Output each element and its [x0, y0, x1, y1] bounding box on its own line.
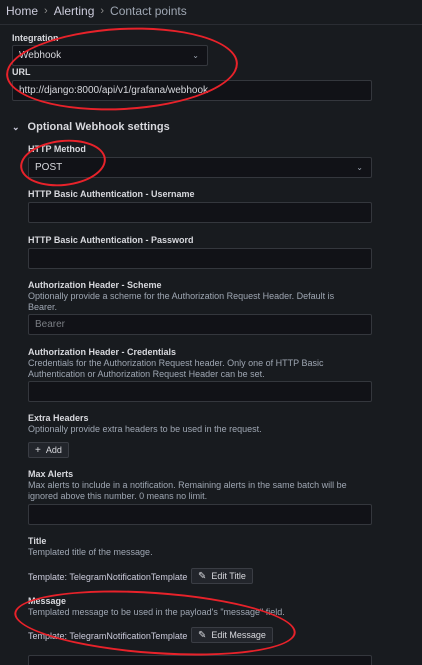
integration-value: Webhook [19, 50, 62, 61]
edit-icon: ✎ [198, 570, 207, 582]
title-template-text: Template: TelegramNotificationTemplate [28, 572, 188, 582]
http-method-select[interactable]: POST ⌄ [28, 157, 372, 178]
max-alerts-label: Max Alerts [28, 469, 74, 479]
integration-select[interactable]: Webhook ⌄ [12, 45, 208, 66]
next-field-input[interactable] [28, 655, 372, 665]
auth-scheme-label: Authorization Header - Scheme [28, 280, 162, 290]
auth-credentials-input[interactable] [28, 381, 372, 402]
integration-label: Integration [12, 33, 59, 43]
annotation-circle-message [12, 582, 298, 664]
edit-message-label: Edit Message [211, 630, 266, 640]
breadcrumb-home[interactable]: Home [6, 4, 38, 18]
http-method-label: HTTP Method [28, 144, 86, 154]
chevron-right-icon: › [44, 5, 48, 17]
auth-credentials-label: Authorization Header - Credentials [28, 347, 177, 357]
http-method-value: POST [35, 162, 63, 173]
chevron-down-icon: ⌄ [192, 51, 199, 60]
max-alerts-input[interactable] [28, 504, 372, 525]
edit-title-label: Edit Title [211, 571, 246, 581]
extra-headers-label: Extra Headers [28, 413, 89, 423]
optional-settings-toggle[interactable]: ⌄ Optional Webhook settings [12, 121, 170, 133]
message-desc: Templated message to be used in the payl… [28, 607, 285, 617]
title-label: Title [28, 536, 47, 546]
url-value: http://django:8000/api/v1/grafana/webhoo… [19, 85, 209, 96]
auth-credentials-desc: Credentials for the Authorization Reques… [28, 358, 324, 379]
chevron-down-icon: ⌄ [356, 163, 363, 172]
add-header-label: Add [45, 445, 62, 455]
basic-password-input[interactable] [28, 248, 372, 269]
edit-message-button[interactable]: ✎ Edit Message [191, 627, 273, 643]
optional-settings-label: Optional Webhook settings [27, 121, 170, 133]
plus-icon: + [35, 444, 41, 456]
breadcrumb-contact-points: Contact points [110, 4, 187, 18]
edit-title-button[interactable]: ✎ Edit Title [191, 568, 253, 584]
header-divider [0, 24, 422, 25]
auth-scheme-desc: Optionally provide a scheme for the Auth… [28, 291, 335, 312]
max-alerts-desc: Max alerts to include in a notification.… [28, 480, 347, 501]
chevron-right-icon: › [100, 5, 105, 17]
url-label: URL [12, 67, 31, 77]
message-template-text: Template: TelegramNotificationTemplate [28, 631, 188, 641]
edit-icon: ✎ [198, 629, 207, 641]
title-desc: Templated title of the message. [28, 547, 153, 557]
message-label: Message [28, 596, 67, 606]
add-header-button[interactable]: + Add [28, 442, 69, 458]
basic-password-label: HTTP Basic Authentication - Password [28, 235, 194, 245]
auth-scheme-input[interactable]: Bearer [28, 314, 372, 335]
url-input[interactable]: http://django:8000/api/v1/grafana/webhoo… [12, 80, 372, 101]
basic-username-label: HTTP Basic Authentication - Username [28, 189, 195, 199]
chevron-down-icon: ⌄ [12, 121, 20, 132]
extra-headers-desc: Optionally provide extra headers to be u… [28, 424, 262, 434]
breadcrumb: Home › Alerting › Contact points [6, 4, 187, 18]
basic-username-input[interactable] [28, 202, 372, 223]
breadcrumb-alerting[interactable]: Alerting [54, 4, 95, 18]
auth-scheme-placeholder: Bearer [35, 319, 66, 330]
